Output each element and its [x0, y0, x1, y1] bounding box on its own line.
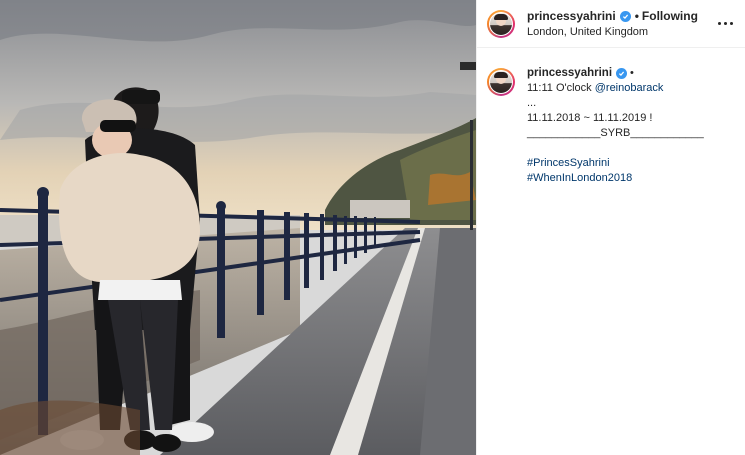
- post-image: [0, 0, 476, 455]
- caption: princessyahrini • 11:11 O'clock @reinoba…: [477, 48, 745, 186]
- caption-line-4: ____________SYRB____________: [527, 127, 704, 139]
- caption-avatar-image: [490, 71, 512, 93]
- avatar-image: [490, 12, 512, 35]
- avatar[interactable]: [487, 9, 515, 38]
- caption-line-2: ...: [527, 97, 537, 109]
- hashtag-link[interactable]: #WhenInLondon2018: [527, 171, 735, 186]
- following-button[interactable]: Following: [642, 9, 698, 24]
- caption-avatar[interactable]: [487, 68, 515, 96]
- header-username[interactable]: princessyahrini: [527, 9, 616, 24]
- post-header: princessyahrini • Following London, Unit…: [477, 0, 745, 48]
- caption-verified-icon: [616, 68, 628, 79]
- location-link[interactable]: London, United Kingdom: [527, 25, 698, 39]
- verified-badge-icon: [619, 10, 631, 22]
- caption-trail: •: [630, 67, 634, 79]
- hashtag-link[interactable]: #PrincesSyahrini: [527, 156, 735, 171]
- mention-link[interactable]: @reinobarack: [595, 82, 664, 94]
- caption-username[interactable]: princessyahrini: [527, 66, 612, 81]
- caption-line-1-text: 11:11 O'clock: [527, 82, 595, 94]
- more-options-icon[interactable]: [715, 14, 735, 32]
- caption-line-1: 11:11 O'clock @reinobarack: [527, 81, 735, 96]
- post-sidebar: princessyahrini • Following London, Unit…: [476, 0, 745, 455]
- caption-line-3: 11.11.2018 ~ 11.11.2019 !: [527, 112, 653, 124]
- post-photo[interactable]: [0, 0, 476, 455]
- header-separator: •: [634, 8, 639, 23]
